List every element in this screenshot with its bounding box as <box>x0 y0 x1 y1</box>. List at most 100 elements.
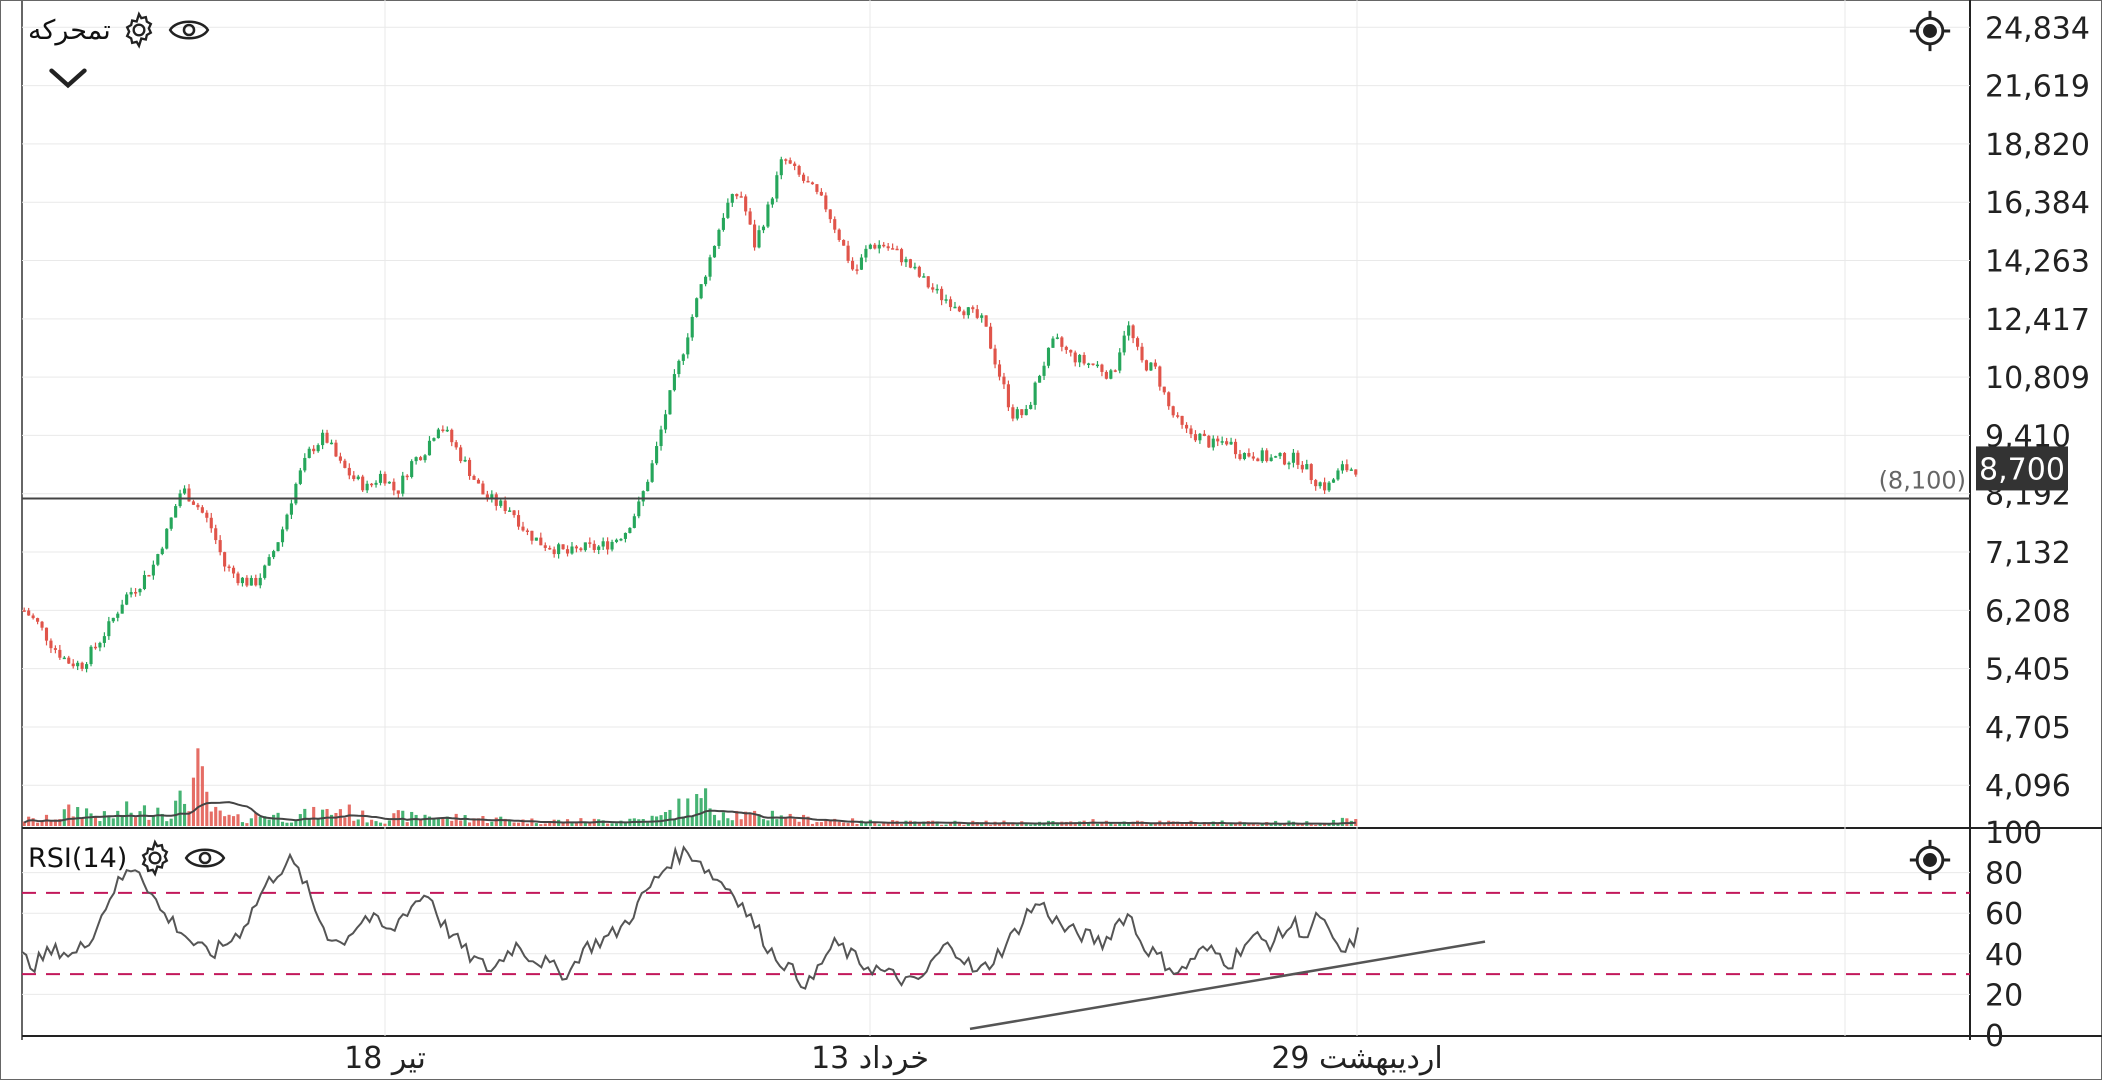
candle-body <box>1118 352 1122 371</box>
candle-body <box>1318 482 1322 487</box>
crosshair-target-icon[interactable] <box>1908 9 1952 53</box>
volume-bar <box>1015 824 1019 826</box>
candle-body <box>579 548 583 551</box>
volume-bar <box>1314 824 1318 826</box>
candle-body <box>454 442 458 448</box>
candle-body <box>1140 346 1144 361</box>
candle-body <box>873 244 877 249</box>
volume-bar <box>614 823 619 826</box>
candle-body <box>80 662 84 669</box>
volume-bar <box>962 824 966 826</box>
candle-body <box>663 414 668 430</box>
candle-body <box>329 442 334 445</box>
price-tick-label: 12,417 <box>1985 303 2090 338</box>
candle-body <box>895 248 899 251</box>
volume-bar <box>481 816 485 826</box>
candle-body <box>1323 482 1327 491</box>
candle-body <box>307 448 311 458</box>
gear-icon[interactable] <box>133 836 177 880</box>
volume-bar <box>695 794 699 826</box>
candle-body <box>650 463 654 482</box>
candle-body <box>730 194 734 203</box>
horizontal-line-label: (8,100) <box>1879 466 1966 494</box>
candle-body <box>485 494 489 498</box>
candle-body <box>525 530 530 532</box>
candle-body <box>1002 376 1006 385</box>
volume-bar <box>810 823 815 826</box>
candle-body <box>98 642 102 648</box>
chart-canvas[interactable]: 24,834 21,619 18,820 16,384 14,263 12,417 10,8… <box>0 0 2102 1080</box>
price-tick-label: 5,405 <box>1985 653 2071 688</box>
candle-body <box>405 475 409 478</box>
volume-bar <box>663 812 668 826</box>
candle-body <box>748 211 752 225</box>
volume-bar <box>1113 824 1117 826</box>
volume-bar <box>272 814 276 826</box>
candle-body <box>1309 464 1313 481</box>
candle-body <box>472 475 476 480</box>
chart-frame <box>0 0 2102 1080</box>
candle-body <box>646 481 650 492</box>
candle-body <box>761 226 766 231</box>
candle-body <box>289 503 293 515</box>
candle-body <box>1269 457 1273 462</box>
volume-bar <box>570 823 574 826</box>
candle-body <box>681 354 685 361</box>
price-tick-label: 14,263 <box>1985 245 2090 280</box>
gear-icon[interactable] <box>117 8 161 52</box>
candle-body <box>659 429 663 447</box>
candle-body <box>267 557 271 566</box>
candle-body <box>1033 382 1037 405</box>
candle-body <box>962 311 966 316</box>
chevron-down-icon[interactable] <box>46 56 90 100</box>
volume-bar <box>1144 824 1149 826</box>
candle-body <box>227 566 231 569</box>
candle-body <box>1207 435 1211 448</box>
candle-body <box>1193 434 1198 441</box>
volume-bar <box>236 814 240 826</box>
candle-body <box>606 541 610 550</box>
candle-body <box>223 552 227 567</box>
volume-bar <box>677 798 681 826</box>
candle-body <box>837 229 841 241</box>
volume-bar <box>717 820 721 826</box>
eye-icon[interactable] <box>183 836 227 880</box>
price-tick-label: 4,705 <box>1985 711 2071 746</box>
candle-body <box>1300 464 1304 470</box>
candle-body <box>494 494 498 506</box>
volume-bar <box>245 823 249 826</box>
candle-body <box>1314 480 1318 487</box>
volume-bar <box>138 811 142 826</box>
crosshair-target-icon[interactable] <box>1908 838 1952 882</box>
candle-body <box>699 284 703 299</box>
candle-body <box>347 467 351 476</box>
volume-bar <box>1309 824 1313 826</box>
candle-body <box>107 621 111 637</box>
price-tick-label: 4,096 <box>1985 769 2071 804</box>
candle-body <box>574 546 578 549</box>
candle-body <box>980 315 984 318</box>
candle-body <box>534 537 538 541</box>
candle-body <box>1211 438 1215 448</box>
volume-bar <box>1184 823 1189 826</box>
volume-bar <box>240 822 244 826</box>
candle-body <box>481 483 485 495</box>
main-pane-toolbar: تمحرکه <box>28 8 211 52</box>
volume-bar <box>775 819 779 826</box>
candle-body <box>1024 408 1028 416</box>
candle-body <box>753 224 757 248</box>
candle-body <box>49 640 53 649</box>
eye-icon[interactable] <box>167 8 211 52</box>
candle-body <box>1251 456 1255 459</box>
volume-bar <box>899 824 904 826</box>
candle-body <box>637 501 641 517</box>
candle-body <box>1278 452 1282 457</box>
volume-bar <box>940 824 944 826</box>
volume-bar <box>102 811 106 826</box>
candle-body <box>521 526 525 531</box>
trading-chart[interactable]: 24,834 21,619 18,820 16,384 14,263 12,417 10,8… <box>0 0 2102 1080</box>
candle-body <box>788 160 792 164</box>
candle-body <box>1113 370 1117 372</box>
candle-body <box>993 348 997 365</box>
candle-body <box>1082 354 1086 364</box>
